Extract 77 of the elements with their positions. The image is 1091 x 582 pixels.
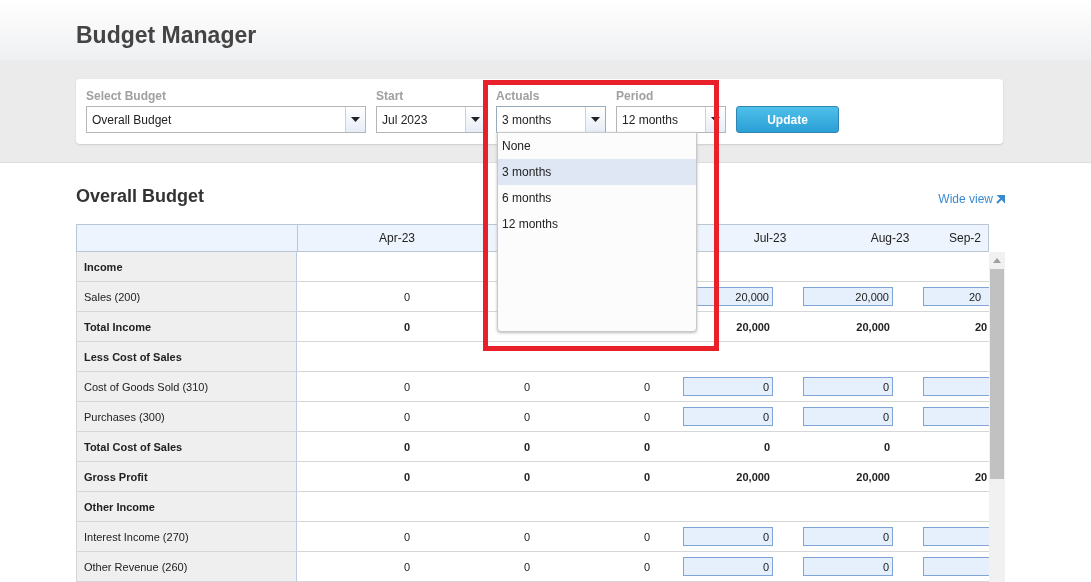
table-cell: 0 — [403, 440, 410, 453]
table-cell: 20,000 — [856, 320, 890, 333]
table-cell: 20 — [975, 470, 988, 483]
row-label: Sales (200) — [84, 290, 141, 303]
table-cell: 0 — [403, 470, 410, 483]
field-label: Period — [616, 89, 655, 103]
field-label: Actuals — [496, 89, 541, 103]
table-cell: 0 — [403, 320, 410, 333]
caret-icon — [471, 117, 480, 122]
dropdown-option[interactable]: 3 months — [498, 159, 696, 185]
budget-input[interactable]: 0 — [683, 407, 773, 426]
scrollbar[interactable] — [989, 252, 1005, 582]
column-header: Aug-23 — [870, 231, 910, 245]
table-cell: 0 — [643, 470, 650, 483]
budget-input[interactable] — [923, 527, 989, 546]
table-cell: 0 — [403, 410, 410, 423]
budget-input[interactable]: 20 — [923, 287, 989, 306]
field-label: Select Budget — [86, 89, 167, 103]
dropdown-select[interactable]: Overall Budget — [86, 106, 366, 133]
table-cell: 0 — [883, 440, 890, 453]
budget-input[interactable] — [923, 407, 989, 426]
column-header: Apr-23 — [379, 231, 415, 245]
field-label: Start — [376, 89, 405, 103]
dropdown-option[interactable]: None — [498, 133, 696, 159]
section-title: Overall Budget — [76, 185, 205, 207]
scroll-up-icon[interactable] — [993, 258, 1001, 263]
budget-input[interactable]: 0 — [803, 527, 893, 546]
dropdown-select[interactable]: Jul 2023 — [376, 106, 486, 133]
table-cell: 0 — [643, 410, 650, 423]
row-label: Other Revenue (260) — [84, 560, 188, 573]
page-title: Budget Manager — [76, 21, 257, 49]
table-cell: 0 — [523, 380, 530, 393]
table-cell: 20,000 — [856, 470, 890, 483]
budget-input[interactable]: 0 — [803, 407, 893, 426]
row-label: Interest Income (270) — [84, 530, 189, 543]
row-label: Less Cost of Sales — [84, 350, 182, 363]
table-cell: 0 — [643, 530, 650, 543]
table-cell: 20,000 — [736, 320, 770, 333]
table-cell: 0 — [523, 530, 530, 543]
table-cell: 0 — [523, 560, 530, 573]
column-header: Jul-23 — [753, 231, 787, 245]
budget-input[interactable]: 0 — [683, 377, 773, 396]
table-cell: 0 — [523, 440, 530, 453]
row-label: Total Income — [84, 320, 152, 333]
budget-input[interactable]: 20,000 — [803, 287, 893, 306]
table-cell: 20 — [975, 320, 988, 333]
row-label: Income — [84, 260, 123, 273]
wide-view-link[interactable]: Wide view — [938, 192, 993, 206]
table-cell: 0 — [643, 560, 650, 573]
table-cell: 20,000 — [736, 470, 770, 483]
dropdown-option[interactable]: 6 months — [498, 185, 696, 211]
row-label: Purchases (300) — [84, 410, 165, 423]
caret-icon — [591, 117, 600, 122]
row-label: Gross Profit — [84, 470, 148, 483]
table-cell: 0 — [643, 440, 650, 453]
caret-icon — [351, 117, 360, 122]
table-cell: 0 — [763, 440, 770, 453]
table-cell: 0 — [403, 560, 410, 573]
dropdown-select[interactable]: 3 months — [496, 106, 606, 133]
table-cell: 0 — [403, 380, 410, 393]
budget-input[interactable] — [923, 557, 989, 576]
dropdown-option[interactable]: 12 months — [498, 211, 696, 237]
row-label: Other Income — [84, 500, 155, 513]
budget-input[interactable]: 0 — [683, 527, 773, 546]
table-cell: 0 — [523, 470, 530, 483]
row-label: Total Cost of Sales — [84, 440, 183, 453]
row-label: Cost of Goods Sold (310) — [84, 380, 209, 393]
table-cell: 0 — [523, 410, 530, 423]
budget-input[interactable]: 0 — [683, 557, 773, 576]
table-cell: 0 — [403, 290, 410, 303]
table-cell: 0 — [643, 380, 650, 393]
column-header: Sep-2 — [949, 231, 982, 245]
budget-input[interactable] — [923, 377, 989, 396]
budget-input[interactable]: 0 — [803, 377, 893, 396]
budget-input[interactable]: 0 — [803, 557, 893, 576]
table-cell: 0 — [403, 530, 410, 543]
arrow-icon — [996, 194, 1005, 204]
